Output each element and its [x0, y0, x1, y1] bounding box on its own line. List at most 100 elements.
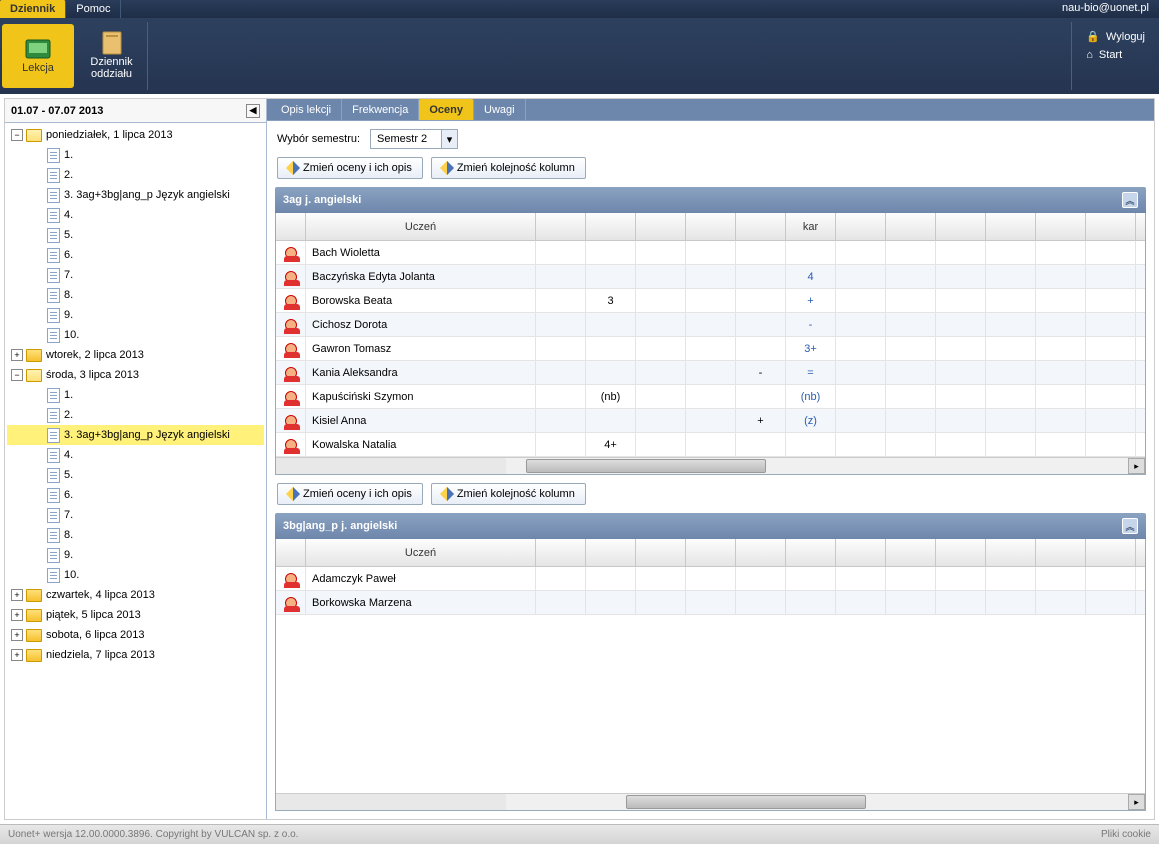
cell[interactable]: (nb) — [586, 385, 636, 409]
start-link[interactable]: ⌂ Start — [1086, 49, 1145, 61]
table-row[interactable]: Adamczyk Paweł — [276, 567, 1145, 591]
cell[interactable] — [686, 313, 736, 337]
cell[interactable] — [686, 337, 736, 361]
menu-pomoc[interactable]: Pomoc — [66, 0, 121, 18]
cell[interactable] — [886, 265, 936, 289]
tree-slot[interactable]: 5. — [7, 465, 264, 485]
cell[interactable] — [1136, 289, 1145, 313]
cell[interactable] — [986, 591, 1036, 615]
tree-slot[interactable]: 2. — [7, 165, 264, 185]
tree-slot[interactable]: 8. — [7, 285, 264, 305]
cell[interactable]: (nb) — [786, 385, 836, 409]
col[interactable] — [886, 539, 936, 566]
tree-slot[interactable]: 10. — [7, 565, 264, 585]
cell[interactable] — [536, 409, 586, 433]
scroll-right-icon[interactable]: ▸ — [1128, 794, 1145, 810]
cell[interactable] — [836, 265, 886, 289]
tab-opis[interactable]: Opis lekcji — [271, 99, 342, 120]
tab-frekwencja[interactable]: Frekwencja — [342, 99, 419, 120]
cell[interactable] — [786, 591, 836, 615]
expander-icon[interactable]: − — [11, 369, 23, 381]
cell[interactable]: - — [786, 313, 836, 337]
cell[interactable] — [1036, 567, 1086, 591]
tree-day-czw[interactable]: +czwartek, 4 lipca 2013 — [7, 585, 264, 605]
cell[interactable] — [836, 433, 886, 457]
scroll-right-icon[interactable]: ▸ — [1128, 458, 1145, 474]
cell[interactable] — [636, 289, 686, 313]
col-uczen[interactable]: Uczeń — [306, 213, 536, 240]
cookie-link[interactable]: Pliki cookie — [1101, 829, 1151, 840]
expander-icon[interactable]: − — [11, 129, 23, 141]
cell[interactable] — [736, 337, 786, 361]
cell[interactable] — [936, 337, 986, 361]
cell[interactable] — [686, 567, 736, 591]
cell[interactable] — [736, 591, 786, 615]
col[interactable] — [1086, 213, 1136, 240]
col[interactable] — [736, 213, 786, 240]
cell[interactable] — [536, 567, 586, 591]
col[interactable] — [586, 539, 636, 566]
cell[interactable] — [986, 385, 1036, 409]
tab-oceny[interactable]: Oceny — [419, 99, 474, 120]
zmien-oceny-button[interactable]: Zmień oceny i ich opis — [277, 157, 423, 179]
cell[interactable] — [686, 433, 736, 457]
cell[interactable] — [886, 313, 936, 337]
cell[interactable] — [686, 241, 736, 265]
tree-slot-selected[interactable]: 3. 3ag+3bg|ang_p Język angielski — [7, 425, 264, 445]
cell[interactable] — [986, 241, 1036, 265]
tree-slot[interactable]: 7. — [7, 505, 264, 525]
cell[interactable] — [636, 313, 686, 337]
scroll-thumb[interactable] — [626, 795, 866, 809]
col[interactable] — [736, 539, 786, 566]
cell[interactable] — [686, 385, 736, 409]
col-uczen[interactable]: Uczeń — [306, 539, 536, 566]
col[interactable] — [1036, 539, 1086, 566]
col[interactable] — [686, 213, 736, 240]
tree-slot[interactable]: 7. — [7, 265, 264, 285]
cell[interactable] — [586, 567, 636, 591]
cell[interactable] — [586, 313, 636, 337]
cell[interactable] — [936, 265, 986, 289]
tree-slot[interactable]: 4. — [7, 205, 264, 225]
cell[interactable] — [586, 409, 636, 433]
cell[interactable] — [636, 241, 686, 265]
cell[interactable] — [636, 409, 686, 433]
cell[interactable] — [1036, 241, 1086, 265]
cell[interactable] — [1136, 385, 1145, 409]
ribbon-dziennik-oddzialu[interactable]: Dziennik oddziału — [76, 22, 148, 90]
cell[interactable] — [1036, 289, 1086, 313]
cell[interactable] — [636, 567, 686, 591]
col[interactable] — [536, 213, 586, 240]
cell[interactable]: 3 — [586, 289, 636, 313]
cell[interactable] — [1086, 337, 1136, 361]
cell[interactable] — [736, 289, 786, 313]
cell[interactable] — [836, 289, 886, 313]
expander-icon[interactable]: + — [11, 649, 23, 661]
col[interactable] — [836, 213, 886, 240]
tab-uwagi[interactable]: Uwagi — [474, 99, 526, 120]
zmien-kolejnosc-button[interactable]: Zmień kolejność kolumn — [431, 157, 586, 179]
cell[interactable] — [1136, 265, 1145, 289]
cell[interactable]: = — [786, 361, 836, 385]
cell[interactable] — [836, 241, 886, 265]
col[interactable] — [936, 213, 986, 240]
cell[interactable] — [936, 385, 986, 409]
cell[interactable] — [736, 385, 786, 409]
col[interactable] — [1136, 539, 1154, 566]
cell[interactable] — [986, 567, 1036, 591]
cell[interactable] — [986, 289, 1036, 313]
cell[interactable] — [686, 409, 736, 433]
table-row[interactable]: Cichosz Dorota- — [276, 313, 1145, 337]
cell[interactable] — [986, 313, 1036, 337]
cell[interactable] — [636, 337, 686, 361]
cell[interactable]: + — [786, 289, 836, 313]
cell[interactable] — [536, 241, 586, 265]
col[interactable] — [986, 213, 1036, 240]
cell[interactable] — [936, 409, 986, 433]
cell[interactable] — [1136, 361, 1145, 385]
cell[interactable] — [836, 567, 886, 591]
table-row[interactable]: Gawron Tomasz3+ — [276, 337, 1145, 361]
tree-slot[interactable]: 8. — [7, 525, 264, 545]
col-kar[interactable]: kar — [786, 213, 836, 240]
cell[interactable] — [1036, 385, 1086, 409]
